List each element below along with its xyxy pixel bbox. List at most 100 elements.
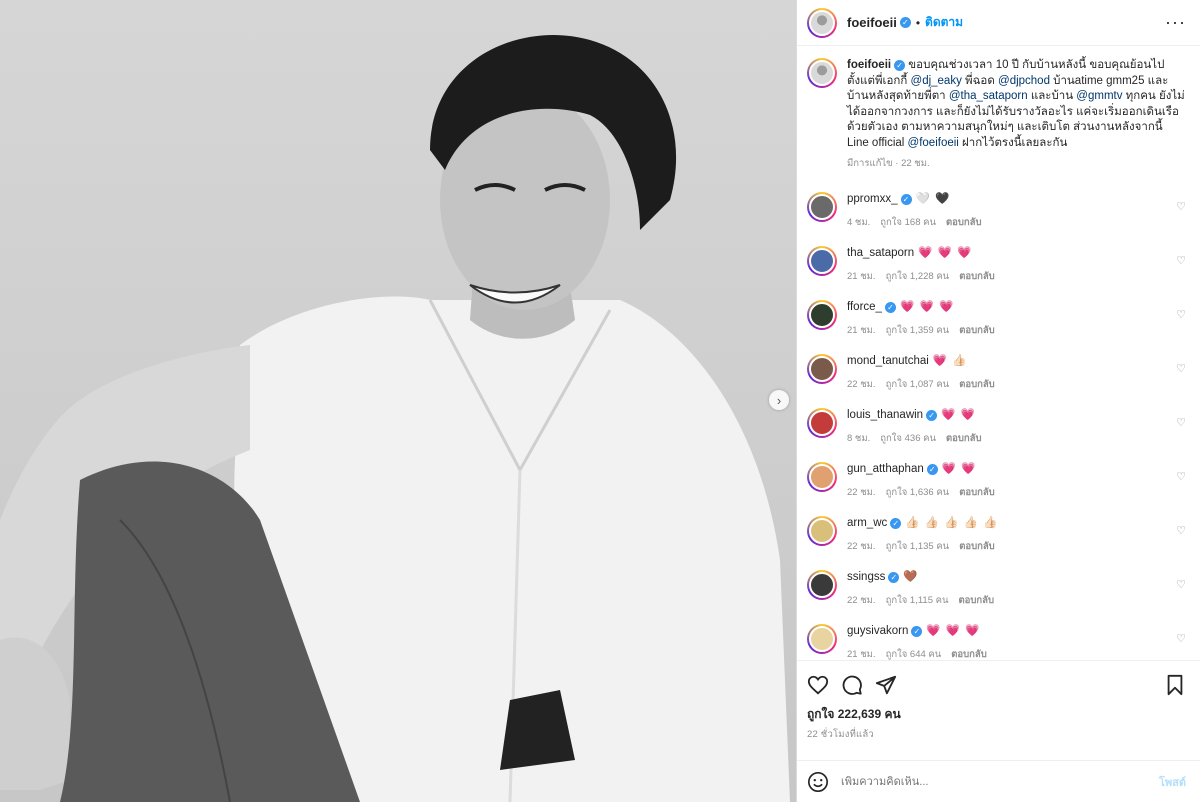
commenter-avatar[interactable] <box>807 569 837 600</box>
comment-time: 22 ชม. <box>847 378 876 390</box>
comment-icon[interactable] <box>841 674 863 696</box>
comment-time: 8 ชม. <box>847 432 871 444</box>
comment-likes[interactable]: ถูกใจ 168 คน <box>880 217 936 228</box>
reply-button[interactable]: ตอบกลับ <box>959 487 995 498</box>
comment-text: 🤍 🖤 <box>915 192 951 205</box>
post-header: foeifoeii ✓ • ติดตาม ··· <box>797 0 1200 46</box>
verified-icon: ✓ <box>894 60 906 71</box>
mention-link[interactable]: @gmmtv <box>1076 90 1122 102</box>
comment-row: ppromxx_ ✓ 🤍 🖤 4 ชม. ถูกใจ 168 คน ตอบกลับ ♡ <box>807 191 1186 232</box>
caption-time: 22 ชม. <box>901 158 930 169</box>
commenter-username[interactable]: fforce_ <box>847 301 882 313</box>
comment-text: 💗 💗 💗 <box>918 246 973 259</box>
caption-avatar[interactable] <box>807 58 837 88</box>
comment-likes[interactable]: ถูกใจ 436 คน <box>880 433 936 444</box>
comment-likes[interactable]: ถูกใจ 1,636 คน <box>886 487 950 498</box>
mention-link[interactable]: @djpchod <box>998 75 1050 87</box>
comment-time: 22 ชม. <box>847 540 876 552</box>
commenter-avatar[interactable] <box>807 461 837 492</box>
comments-scroll[interactable]: foeifoeii ✓ ขอบคุณช่วงเวลา 10 ปี กับบ้านห… <box>797 46 1200 660</box>
comment-time: 22 ชม. <box>847 594 876 606</box>
emoji-icon[interactable] <box>807 771 829 793</box>
commenter-username[interactable]: arm_wc <box>847 517 887 529</box>
verified-icon: ✓ <box>888 571 900 583</box>
follow-button[interactable]: ติดตาม <box>925 13 963 32</box>
reply-button[interactable]: ตอบกลับ <box>959 325 995 336</box>
comment-like-icon[interactable]: ♡ <box>1172 254 1186 267</box>
comment-likes[interactable]: ถูกใจ 1,228 คน <box>886 271 950 282</box>
reply-button[interactable]: ตอบกลับ <box>959 541 995 552</box>
comment-like-icon[interactable]: ♡ <box>1172 362 1186 375</box>
post-comment-button[interactable]: โพสต์ <box>1159 773 1186 791</box>
comment-like-icon[interactable]: ♡ <box>1172 308 1186 321</box>
share-icon[interactable] <box>875 674 897 696</box>
commenter-avatar[interactable] <box>807 245 837 276</box>
commenter-username[interactable]: louis_thanawin <box>847 409 923 421</box>
separator-dot: • <box>915 15 921 30</box>
comment-likes[interactable]: ถูกใจ 1,115 คน <box>886 595 949 606</box>
post-caption: foeifoeii ✓ ขอบคุณช่วงเวลา 10 ปี กับบ้านห… <box>807 58 1186 172</box>
more-icon[interactable]: ··· <box>1165 12 1186 33</box>
mention-link[interactable]: @foeifoeii <box>908 137 959 149</box>
comment-row: mond_tanutchai 💗 👍🏻 22 ชม. ถูกใจ 1,087 คน ตอ… <box>807 353 1186 394</box>
comment-row: ssingss ✓ 🤎 22 ชม. ถูกใจ 1,115 คน ตอบกลับ ♡ <box>807 569 1186 610</box>
caption-text: พี่ฉอด <box>961 74 999 87</box>
comment-like-icon[interactable]: ♡ <box>1172 200 1186 213</box>
comment-row: louis_thanawin ✓ 💗 💗 8 ชม. ถูกใจ 436 คน ตอบกล… <box>807 407 1186 448</box>
comment-text: 💗 💗 <box>941 462 977 475</box>
comment-text: 🤎 <box>903 570 919 583</box>
comment-likes[interactable]: ถูกใจ 1,135 คน <box>886 541 950 552</box>
commenter-username[interactable]: guysivakorn <box>847 625 908 637</box>
comment-list: ppromxx_ ✓ 🤍 🖤 4 ชม. ถูกใจ 168 คน ตอบกลับ ♡ tha… <box>807 191 1186 661</box>
comment-text: 💗 💗 <box>941 408 976 421</box>
reply-button[interactable]: ตอบกลับ <box>959 379 995 390</box>
mention-link[interactable]: @tha_sataporn <box>949 90 1028 102</box>
post-time: 22 ชั่วโมงที่แล้ว <box>807 729 874 740</box>
comment-row: fforce_ ✓ 💗 💗 💗 21 ชม. ถูกใจ 1,359 คน ตอบกลับ… <box>807 299 1186 340</box>
commenter-username[interactable]: ppromxx_ <box>847 193 898 205</box>
comment-like-icon[interactable]: ♡ <box>1172 470 1186 483</box>
reply-button[interactable]: ตอบกลับ <box>959 271 995 282</box>
post-actions: ถูกใจ 222,639 คน 22 ชั่วโมงที่แล้ว <box>797 660 1200 760</box>
comment-likes[interactable]: ถูกใจ 1,359 คน <box>886 325 950 336</box>
post-photo[interactable]: › <box>0 0 797 802</box>
comment-text: 💗 💗 💗 <box>899 300 955 313</box>
commenter-username[interactable]: ssingss <box>847 571 885 583</box>
next-photo-button[interactable]: › <box>769 390 789 410</box>
comment-row: gun_atthaphan ✓ 💗 💗 22 ชม. ถูกใจ 1,636 คน ตอบ… <box>807 461 1186 502</box>
commenter-avatar[interactable] <box>807 299 837 330</box>
comment-text: 💗 💗 💗 <box>926 624 981 637</box>
commenter-username[interactable]: tha_sataporn <box>847 247 914 259</box>
bookmark-icon[interactable] <box>1164 674 1186 696</box>
commenter-username[interactable]: mond_tanutchai <box>847 355 929 367</box>
reply-button[interactable]: ตอบกลับ <box>951 649 987 660</box>
comment-likes[interactable]: ถูกใจ 644 คน <box>886 649 942 660</box>
comment-like-icon[interactable]: ♡ <box>1172 416 1186 429</box>
verified-icon: ✓ <box>926 463 938 475</box>
comment-like-icon[interactable]: ♡ <box>1172 524 1186 537</box>
mention-link[interactable]: @dj_eaky <box>911 75 962 87</box>
verified-icon: ✓ <box>911 625 923 637</box>
reply-button[interactable]: ตอบกลับ <box>958 595 994 606</box>
caption-username[interactable]: foeifoeii <box>847 59 891 71</box>
reply-button[interactable]: ตอบกลับ <box>946 217 982 228</box>
commenter-avatar[interactable] <box>807 353 837 384</box>
comment-input[interactable] <box>841 775 1159 788</box>
comment-row: tha_sataporn 💗 💗 💗 21 ชม. ถูกใจ 1,228 คน ตอบ… <box>807 245 1186 286</box>
comment-like-icon[interactable]: ♡ <box>1172 632 1186 645</box>
commenter-avatar[interactable] <box>807 191 837 222</box>
commenter-avatar[interactable] <box>807 515 837 546</box>
commenter-avatar[interactable] <box>807 407 837 438</box>
commenter-avatar[interactable] <box>807 623 837 654</box>
author-username[interactable]: foeifoeii <box>847 15 897 30</box>
author-avatar[interactable] <box>807 7 837 38</box>
like-count[interactable]: ถูกใจ 222,639 คน <box>807 705 1186 724</box>
heart-icon[interactable] <box>807 674 829 696</box>
comment-likes[interactable]: ถูกใจ 1,087 คน <box>886 379 950 390</box>
edited-label: มีการแก้ไข <box>847 158 893 169</box>
reply-button[interactable]: ตอบกลับ <box>946 433 982 444</box>
comment-like-icon[interactable]: ♡ <box>1172 578 1186 591</box>
verified-icon: ✓ <box>899 17 911 28</box>
caption-text: ฝากไว้ตรงนี้เลยละกัน <box>958 136 1068 149</box>
commenter-username[interactable]: gun_atthaphan <box>847 463 924 475</box>
